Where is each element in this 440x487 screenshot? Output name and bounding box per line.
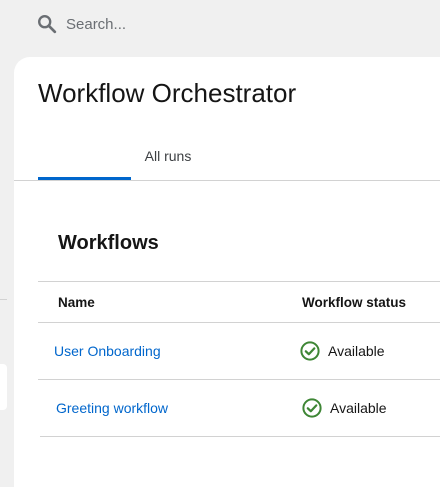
sidebar-card-edge xyxy=(0,364,7,410)
status-cell: Available xyxy=(300,340,385,362)
status-text: Available xyxy=(330,400,387,416)
check-circle-icon xyxy=(300,341,320,361)
workflows-table: Name Workflow status User Onboarding Ava… xyxy=(38,281,440,437)
table-row: Greeting workflow Available xyxy=(40,380,440,437)
search-input[interactable] xyxy=(66,11,426,37)
search-icon xyxy=(38,15,57,34)
table-header: Name Workflow status xyxy=(38,281,440,323)
sidebar-divider xyxy=(0,299,7,300)
masthead xyxy=(0,0,440,48)
tab-bar: All runs xyxy=(14,139,440,181)
table-row: User Onboarding Available xyxy=(38,323,440,380)
column-header-workflow-status[interactable]: Workflow status xyxy=(302,295,406,310)
tab-all-runs[interactable]: All runs xyxy=(138,139,198,181)
main-panel: Workflow Orchestrator All runs Workflows… xyxy=(14,57,440,487)
status-cell: Available xyxy=(302,397,387,419)
check-circle-icon xyxy=(302,398,322,418)
column-header-name[interactable]: Name xyxy=(58,295,95,310)
workflow-link[interactable]: User Onboarding xyxy=(54,343,161,359)
page-title: Workflow Orchestrator xyxy=(38,78,297,108)
status-text: Available xyxy=(328,343,385,359)
section-title: Workflows xyxy=(58,232,159,254)
tab-workflows[interactable] xyxy=(38,139,131,180)
workflow-link[interactable]: Greeting workflow xyxy=(56,400,168,416)
